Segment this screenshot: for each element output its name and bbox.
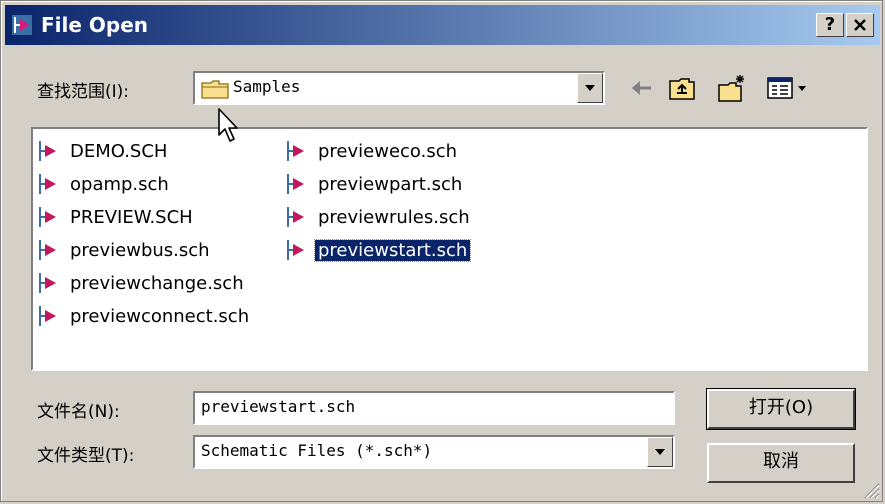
mouse-cursor-icon bbox=[218, 108, 238, 142]
cancel-button[interactable]: 取消 bbox=[707, 443, 855, 483]
up-folder-icon[interactable] bbox=[667, 73, 697, 103]
file-name-value: previewstart.sch bbox=[201, 397, 356, 416]
file-list[interactable]: DEMO.SCH opamp.sch PREVIEW.SCH previewbu… bbox=[31, 127, 868, 371]
file-name: previeweco.sch bbox=[318, 140, 458, 162]
file-name-input[interactable]: previewstart.sch bbox=[193, 391, 675, 425]
resize-grip-icon[interactable] bbox=[862, 481, 880, 499]
help-button[interactable]: ? bbox=[816, 13, 844, 37]
file-item[interactable]: previewchange.sch bbox=[37, 269, 247, 297]
file-name: previewbus.sch bbox=[70, 239, 210, 261]
file-name: previewpart.sch bbox=[318, 173, 463, 195]
app-icon bbox=[12, 15, 32, 35]
file-item[interactable]: PREVIEW.SCH bbox=[37, 203, 196, 231]
schematic-file-icon bbox=[39, 174, 56, 194]
close-icon bbox=[854, 19, 866, 31]
window-title: File Open bbox=[41, 13, 149, 37]
file-name: previewstart.sch bbox=[313, 238, 472, 262]
folder-icon bbox=[201, 80, 229, 99]
file-item[interactable]: previewbus.sch bbox=[37, 236, 213, 264]
schematic-file-icon bbox=[287, 207, 304, 227]
file-type-dropdown-button[interactable] bbox=[647, 437, 673, 467]
file-name: opamp.sch bbox=[70, 173, 169, 195]
look-in-label: 查找范围(I): bbox=[37, 82, 130, 102]
file-open-dialog: File Open ? 查找范围(I): Samples DEMO.SCH op… bbox=[0, 0, 883, 502]
file-name: previewrules.sch bbox=[318, 206, 470, 228]
title-bar[interactable]: File Open ? bbox=[5, 5, 880, 45]
open-button[interactable]: 打开(O) bbox=[706, 388, 856, 430]
file-item[interactable]: opamp.sch bbox=[37, 170, 172, 198]
file-name: PREVIEW.SCH bbox=[70, 206, 193, 228]
file-item[interactable]: previewpart.sch bbox=[285, 170, 465, 198]
look-in-value: Samples bbox=[233, 77, 301, 96]
close-button[interactable] bbox=[846, 13, 874, 37]
file-name-label: 文件名(N): bbox=[37, 402, 120, 422]
new-folder-icon[interactable] bbox=[717, 73, 747, 103]
schematic-file-icon bbox=[39, 273, 56, 293]
look-in-combo[interactable]: Samples bbox=[193, 71, 605, 105]
file-type-label: 文件类型(T): bbox=[37, 446, 135, 466]
file-item-selected[interactable]: previewstart.sch bbox=[285, 236, 472, 264]
file-name: DEMO.SCH bbox=[70, 140, 168, 162]
file-item[interactable]: previeweco.sch bbox=[285, 137, 460, 165]
view-menu-icon[interactable] bbox=[765, 73, 815, 103]
schematic-file-icon bbox=[287, 174, 304, 194]
file-name: previewconnect.sch bbox=[70, 305, 250, 327]
file-type-value: Schematic Files (*.sch*) bbox=[201, 441, 433, 460]
file-item[interactable]: previewconnect.sch bbox=[37, 302, 252, 330]
schematic-file-icon bbox=[287, 240, 304, 260]
schematic-file-icon bbox=[39, 207, 56, 227]
schematic-file-icon bbox=[39, 240, 56, 260]
file-item[interactable]: DEMO.SCH bbox=[37, 137, 170, 165]
back-arrow-icon[interactable] bbox=[627, 73, 657, 103]
file-name: previewchange.sch bbox=[70, 272, 244, 294]
schematic-file-icon bbox=[287, 141, 304, 161]
schematic-file-icon bbox=[39, 141, 56, 161]
look-in-dropdown-button[interactable] bbox=[577, 73, 603, 103]
file-type-select[interactable]: Schematic Files (*.sch*) bbox=[193, 435, 675, 469]
schematic-file-icon bbox=[39, 306, 56, 326]
file-item[interactable]: previewrules.sch bbox=[285, 203, 473, 231]
